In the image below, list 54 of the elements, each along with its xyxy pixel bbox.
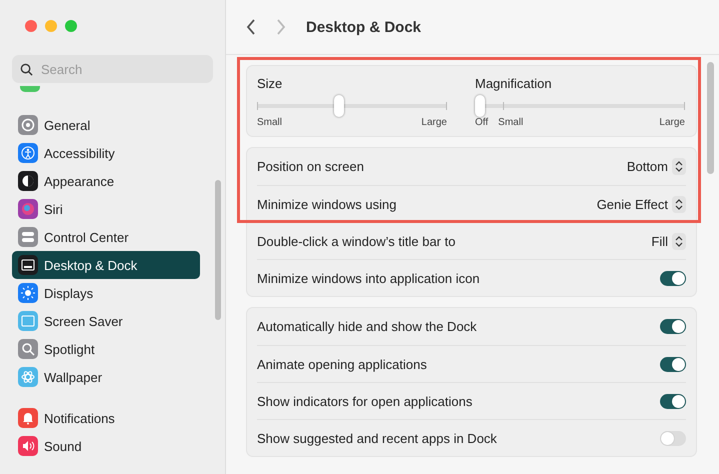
slider-track[interactable]: [475, 95, 685, 117]
toggle-switch[interactable]: [660, 430, 686, 446]
setting-label: Minimize windows into application icon: [257, 270, 480, 286]
sidebar-item[interactable]: Desktop & Dock: [12, 251, 200, 279]
popup-menu[interactable]: Genie Effect: [596, 196, 686, 212]
search-icon: [20, 62, 33, 76]
tick-label: Large: [659, 117, 685, 128]
setting-label: Animate opening applications: [257, 356, 427, 372]
window-title: Desktop & Dock: [306, 18, 422, 36]
chevron-updown-icon: [672, 232, 686, 250]
setting-label: Position on screen: [257, 159, 364, 174]
toggle-switch[interactable]: [660, 270, 686, 286]
close-button[interactable]: [25, 20, 37, 32]
setting-label: Minimize windows using: [257, 196, 396, 212]
sidebar-item[interactable]: General: [12, 111, 200, 139]
sidebar-item[interactable]: Screen Saver: [12, 307, 200, 335]
toggle-switch[interactable]: [660, 394, 686, 408]
scrollbar-thumb[interactable]: [707, 62, 714, 174]
sidebar-item[interactable]: Notifications: [12, 404, 200, 432]
setting-label: Show indicators for open applications: [257, 394, 472, 408]
forward-icon[interactable]: [276, 19, 286, 35]
popup-menu[interactable]: Fill: [651, 232, 686, 250]
sidebar-item[interactable]: Accessibility: [12, 139, 200, 167]
slider-track[interactable]: [257, 95, 447, 117]
sidebar-item[interactable]: Spotlight: [12, 335, 200, 363]
setting-label: Double-click a window’s title bar to: [257, 234, 456, 248]
sidebar-item[interactable]: Displays: [12, 279, 200, 307]
scrollbar-thumb[interactable]: [215, 180, 221, 320]
setting-label: Automatically hide and show the Dock: [257, 319, 477, 334]
slider-label: Size: [257, 76, 284, 91]
sidebar-item-icon: [20, 86, 40, 92]
chevron-updown-icon: [672, 158, 686, 175]
sidebar-item[interactable]: Siri: [12, 195, 200, 223]
popup-menu[interactable]: Bottom: [626, 158, 686, 175]
sidebar-item[interactable]: Appearance: [12, 167, 200, 195]
sidebar-item[interactable]: Sound: [12, 432, 200, 460]
slider-thumb[interactable]: [475, 95, 486, 117]
tick-label: Small: [257, 117, 282, 128]
zoom-button[interactable]: [65, 20, 77, 32]
chevron-updown-icon: [672, 196, 686, 212]
toggle-switch[interactable]: [660, 356, 686, 372]
minimize-button[interactable]: [45, 20, 57, 32]
setting-label: Show suggested and recent apps in Dock: [257, 430, 497, 446]
sidebar-item[interactable]: Wallpaper: [12, 363, 200, 391]
tick-label: Small: [498, 117, 524, 128]
tick-label: Large: [421, 117, 447, 128]
sidebar-item[interactable]: Control Center: [12, 223, 200, 251]
search-input[interactable]: Search: [39, 60, 189, 78]
slider-thumb[interactable]: [334, 95, 344, 117]
toggle-switch[interactable]: [660, 319, 686, 334]
back-icon[interactable]: [246, 19, 256, 35]
slider-label: Magnification: [475, 76, 553, 91]
tick-label: Off: [475, 117, 488, 128]
search-field[interactable]: Search: [12, 55, 213, 83]
